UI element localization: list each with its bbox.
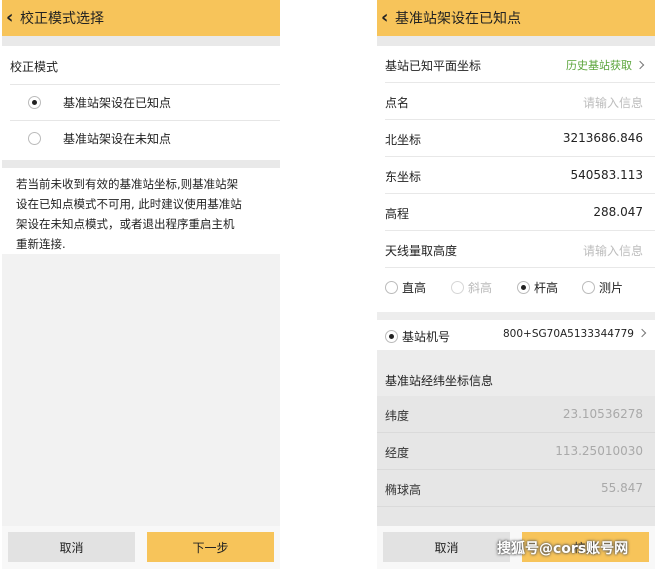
- radio-disabled-icon: [451, 281, 464, 294]
- height-option-pole[interactable]: 杆高: [517, 279, 558, 296]
- note-line: 设在已知点模式不可用, 此时建议使用基准站: [16, 197, 242, 211]
- option-label: 基准站架设在未知点: [63, 131, 172, 146]
- watermark-text: 搜狐号@cors账号网: [497, 541, 629, 557]
- station-id-label: 基站机号: [402, 330, 451, 344]
- known-point-screen: ‹ 基准站架设在已知点 基站已知平面坐标 历史基站获取 点名 请输入信息 北坐标…: [377, 0, 655, 569]
- footer-bar: 取消 校正 搜狐号@cors账号网: [377, 526, 655, 569]
- station-id-row[interactable]: 基站机号 800+SG70A5133344779: [377, 320, 655, 350]
- point-name-input[interactable]: 请输入信息: [583, 94, 643, 111]
- option-label: 测片: [599, 281, 624, 295]
- page-title: 基准站架设在已知点: [395, 11, 521, 27]
- page-title: 校正模式选择: [20, 11, 104, 27]
- height-option-vertical[interactable]: 直高: [385, 279, 426, 296]
- chevron-right-icon: [637, 328, 647, 338]
- known-point-header: ‹ 基准站架设在已知点: [377, 0, 655, 36]
- east-coord-input[interactable]: 540583.113: [570, 168, 643, 182]
- elevation-input[interactable]: 288.047: [593, 205, 643, 219]
- note-line: 重新连接.: [16, 237, 66, 251]
- east-coord-row[interactable]: 东坐标 540583.113: [377, 157, 655, 194]
- list-overflow-row: [377, 507, 655, 526]
- known-coord-row[interactable]: 基站已知平面坐标 历史基站获取: [377, 46, 655, 83]
- radio-unselected-icon[interactable]: [582, 281, 595, 294]
- chevron-left-icon[interactable]: ‹: [381, 9, 393, 27]
- point-name-row[interactable]: 点名 请输入信息: [377, 83, 655, 120]
- ellipsoid-height-label: 椭球高: [385, 483, 422, 497]
- radio-selected-icon[interactable]: [517, 281, 530, 294]
- mode-panel: 校正模式 基准站架设在已知点 基准站架设在未知点: [2, 46, 280, 160]
- longitude-label: 经度: [385, 446, 410, 460]
- latlon-section-header: 基准站经纬坐标信息: [377, 350, 655, 396]
- known-coord-label: 基站已知平面坐标: [385, 59, 482, 73]
- option-label: 杆高: [534, 281, 559, 295]
- antenna-height-row[interactable]: 天线量取高度 请输入信息: [377, 231, 655, 268]
- station-radio-group[interactable]: 基站机号: [385, 328, 450, 345]
- cancel-button[interactable]: 取消: [8, 532, 135, 562]
- option-label: 斜高: [468, 281, 493, 295]
- mode-select-header: ‹ 校正模式选择: [2, 0, 280, 36]
- station-separator: [377, 312, 655, 320]
- next-button[interactable]: 下一步: [147, 532, 274, 562]
- ellipsoid-height-value: 55.847: [601, 481, 643, 495]
- latitude-label: 纬度: [385, 409, 410, 423]
- mode-note: 若当前未收到有效的基准站坐标,则基准站架 设在已知点模式不可用, 此时建议使用基…: [2, 168, 280, 254]
- note-line: 架设在未知点模式，或者退出程序重启主机: [16, 217, 235, 231]
- note-line: 若当前未收到有效的基准站坐标,则基准站架: [16, 177, 239, 191]
- latitude-row: 纬度 23.10536278: [377, 396, 655, 433]
- coordinate-form: 基站已知平面坐标 历史基站获取 点名 请输入信息 北坐标 3213686.846…: [377, 46, 655, 312]
- ellipsoid-height-row: 椭球高 55.847: [377, 470, 655, 507]
- header-separator: [2, 36, 280, 46]
- north-coord-label: 北坐标: [385, 133, 422, 147]
- north-coord-row[interactable]: 北坐标 3213686.846: [377, 120, 655, 157]
- latlon-header-text: 基准站经纬坐标信息: [385, 374, 494, 388]
- empty-area: [2, 254, 280, 526]
- note-separator: [2, 160, 280, 168]
- antenna-height-label: 天线量取高度: [385, 244, 458, 258]
- mode-select-screen: ‹ 校正模式选择 校正模式 基准站架设在已知点 基准站架设在未知点 若当前未收到…: [2, 0, 280, 569]
- option-known-point[interactable]: 基准站架设在已知点: [2, 84, 280, 120]
- mode-label: 校正模式: [10, 60, 59, 74]
- option-label: 基准站架设在已知点: [63, 95, 172, 110]
- footer-bar: 取消 下一步: [2, 526, 280, 569]
- radio-selected-icon[interactable]: [28, 95, 41, 109]
- longitude-value: 113.25010030: [555, 444, 643, 458]
- latitude-value: 23.10536278: [562, 407, 643, 421]
- station-id-text: 800+SG70A5133344779: [503, 328, 634, 340]
- point-name-label: 点名: [385, 96, 410, 110]
- north-coord-input[interactable]: 3213686.846: [563, 131, 643, 145]
- height-type-group: 直高 斜高 杆高 测片: [377, 268, 655, 312]
- elevation-label: 高程: [385, 207, 410, 221]
- east-coord-label: 东坐标: [385, 170, 422, 184]
- longitude-row: 经度 113.25010030: [377, 433, 655, 470]
- cancel-button[interactable]: 取消: [383, 532, 510, 562]
- history-station-link[interactable]: 历史基站获取: [566, 57, 645, 73]
- option-unknown-point[interactable]: 基准站架设在未知点: [2, 120, 280, 156]
- height-option-slant: 斜高: [451, 279, 492, 296]
- radio-selected-icon[interactable]: [385, 330, 398, 343]
- radio-unselected-icon[interactable]: [28, 131, 41, 145]
- chevron-left-icon[interactable]: ‹: [6, 9, 18, 27]
- header-separator: [377, 36, 655, 46]
- elevation-row[interactable]: 高程 288.047: [377, 194, 655, 231]
- option-label: 直高: [402, 281, 427, 295]
- chevron-right-icon: [635, 60, 645, 70]
- height-option-measure[interactable]: 测片: [582, 279, 623, 296]
- radio-unselected-icon[interactable]: [385, 281, 398, 294]
- antenna-height-input[interactable]: 请输入信息: [583, 242, 643, 259]
- history-link-text[interactable]: 历史基站获取: [566, 59, 632, 72]
- station-id-value[interactable]: 800+SG70A5133344779: [503, 328, 647, 340]
